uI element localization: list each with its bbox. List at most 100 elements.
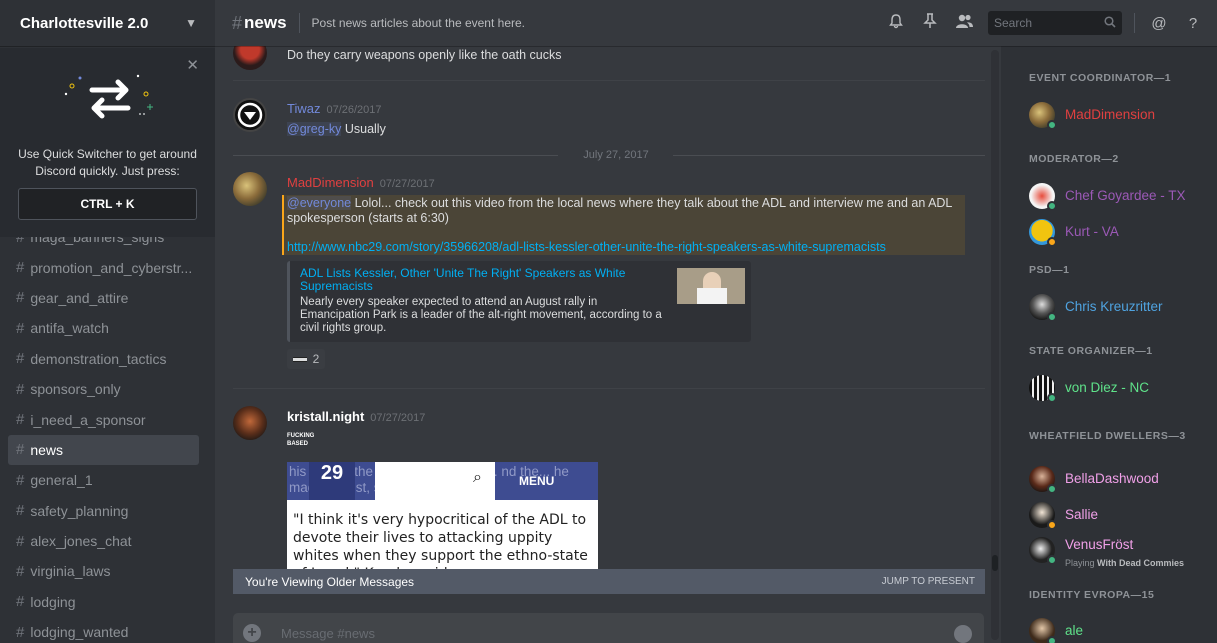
member-name[interactable]: Sallie: [1065, 507, 1098, 522]
member-item[interactable]: von Diez - NC: [1029, 375, 1214, 403]
hash-icon: #: [16, 532, 25, 550]
member-name[interactable]: VenusFröst: [1065, 537, 1133, 552]
help-icon[interactable]: ?: [1183, 15, 1203, 32]
channel-name: gear_and_attire: [30, 289, 129, 306]
emoji-icon[interactable]: [954, 625, 972, 643]
channel-name: virginia_laws: [30, 563, 111, 580]
hash-icon: #: [16, 441, 25, 459]
role-header: MODERATOR—2: [1029, 153, 1119, 165]
role-header: PSD—1: [1029, 264, 1070, 276]
avatar[interactable]: [233, 406, 267, 440]
search-icon[interactable]: [1104, 15, 1116, 31]
activity-prefix: Playing: [1065, 558, 1098, 568]
channel-name: alex_jones_chat: [30, 533, 132, 550]
attached-image[interactable]: his ... ry in the orbit of th... group .…: [287, 462, 598, 584]
channel-item[interactable]: # alex_jones_chat: [8, 526, 199, 556]
server-header[interactable]: Charlottesville 2.0 ▼: [0, 0, 215, 46]
emoji-sticker: FUCKING BASED: [287, 433, 315, 447]
user-mention[interactable]: @greg-ky: [287, 122, 342, 136]
scrollbar[interactable]: [991, 50, 999, 640]
status-indicator: [1047, 312, 1057, 322]
member-name[interactable]: Chef Goyardee - TX: [1065, 188, 1186, 203]
channel-item[interactable]: # antifa_watch: [8, 313, 199, 343]
member-item[interactable]: Sallie: [1029, 502, 1214, 530]
search-box[interactable]: [988, 11, 1122, 35]
thumbnail-shirt: [697, 288, 727, 304]
channel-header: # news Post news articles about the even…: [215, 0, 1217, 46]
member-item[interactable]: MadDimension: [1029, 102, 1214, 130]
channel-item[interactable]: # i_need_a_sponsor: [8, 404, 199, 434]
channel-item[interactable]: # promotion_and_cyberstr...: [8, 252, 199, 282]
embed-thumbnail[interactable]: [677, 268, 745, 304]
channel-item[interactable]: # safety_planning: [8, 496, 199, 526]
bell-icon[interactable]: [886, 13, 906, 33]
member-name[interactable]: Kurt - VA: [1065, 224, 1119, 239]
member-list: EVENT COORDINATOR—1 MadDimension MODERATOR…: [1001, 46, 1217, 643]
member-item[interactable]: Chef Goyardee - TX: [1029, 183, 1214, 211]
message-list: Do they carry weapons openly like the oa…: [215, 46, 995, 636]
message-link[interactable]: http://www.nbc29.com/story/35966208/adl-…: [287, 240, 987, 255]
channel-list: # maga_banners_signs # promotion_and_cybers…: [0, 222, 215, 643]
member-name[interactable]: BellaDashwood: [1065, 471, 1159, 486]
embed-title[interactable]: ADL Lists Kessler, Other 'Unite The Righ…: [300, 267, 660, 293]
avatar[interactable]: [233, 98, 267, 132]
author-name[interactable]: MadDimension: [287, 175, 374, 190]
avatar[interactable]: [233, 172, 267, 206]
hash-icon: #: [232, 12, 243, 33]
older-messages-bar[interactable]: You're Viewing Older Messages JUMP TO PR…: [233, 569, 985, 594]
author-name[interactable]: Tiwaz: [287, 101, 320, 116]
author-name[interactable]: kristall.night: [287, 409, 364, 424]
channel-item[interactable]: # general_1: [8, 465, 199, 495]
member-name[interactable]: ale: [1065, 623, 1083, 638]
status-indicator: [1047, 555, 1057, 565]
hash-icon: #: [16, 289, 25, 307]
channel-item[interactable]: # virginia_laws: [8, 556, 199, 586]
channel-name: news: [30, 441, 64, 458]
message-separator: [233, 80, 985, 81]
channel-name: lodging: [30, 593, 76, 610]
hash-icon: #: [16, 380, 25, 398]
member-name[interactable]: MadDimension: [1065, 107, 1155, 122]
scrollbar-thumb[interactable]: [992, 555, 998, 571]
channel-name: antifa_watch: [30, 320, 109, 337]
message-separator: [233, 388, 985, 389]
channel-item[interactable]: # news: [8, 434, 199, 466]
channel-item[interactable]: # sponsors_only: [8, 374, 199, 404]
server-name: Charlottesville 2.0: [20, 14, 149, 32]
message-input[interactable]: [281, 623, 881, 643]
member-name[interactable]: von Diez - NC: [1065, 380, 1149, 395]
nbc29-logo: 29: [309, 462, 355, 500]
status-indicator: [1047, 520, 1057, 530]
everyone-mention[interactable]: @everyone: [287, 196, 352, 210]
member-item[interactable]: Chris Kreuzritter: [1029, 294, 1214, 322]
chevron-down-icon[interactable]: ▼: [185, 16, 197, 30]
message-content: @greg-ky Usually: [287, 122, 967, 137]
hash-icon: #: [16, 471, 25, 489]
member-item[interactable]: VenusFröst Playing With Dead Commies: [1029, 537, 1214, 568]
channel-item[interactable]: # lodging_wanted: [8, 617, 199, 643]
status-indicator: [1047, 636, 1057, 643]
close-icon[interactable]: ✕: [186, 56, 199, 74]
member-item[interactable]: BellaDashwood: [1029, 466, 1214, 494]
channel-title: news: [244, 13, 287, 32]
member-item[interactable]: ale: [1029, 618, 1214, 643]
toolbar-divider: [1134, 13, 1135, 33]
member-name[interactable]: Chris Kreuzritter: [1065, 299, 1163, 314]
pin-icon[interactable]: [920, 13, 940, 33]
message-composer: +: [233, 613, 984, 643]
channel-item[interactable]: # gear_and_attire: [8, 283, 199, 313]
avatar[interactable]: [233, 46, 267, 70]
jump-to-present-button[interactable]: JUMP TO PRESENT: [882, 576, 975, 587]
reaction-emoji-icon: [292, 356, 307, 362]
search-icon: ⌕: [473, 469, 482, 486]
mention-icon[interactable]: @: [1149, 15, 1169, 32]
reaction-button[interactable]: 2: [287, 349, 325, 369]
image-navbar: his ... ry in the orbit of th... group .…: [287, 462, 598, 500]
channel-item[interactable]: # demonstration_tactics: [8, 344, 199, 374]
link-embed: ADL Lists Kessler, Other 'Unite The Righ…: [287, 261, 751, 342]
members-icon[interactable]: [954, 13, 974, 33]
channel-item[interactable]: # lodging: [8, 587, 199, 617]
search-input[interactable]: [994, 16, 1094, 30]
add-attachment-icon[interactable]: +: [243, 624, 261, 642]
member-item[interactable]: Kurt - VA: [1029, 219, 1214, 247]
